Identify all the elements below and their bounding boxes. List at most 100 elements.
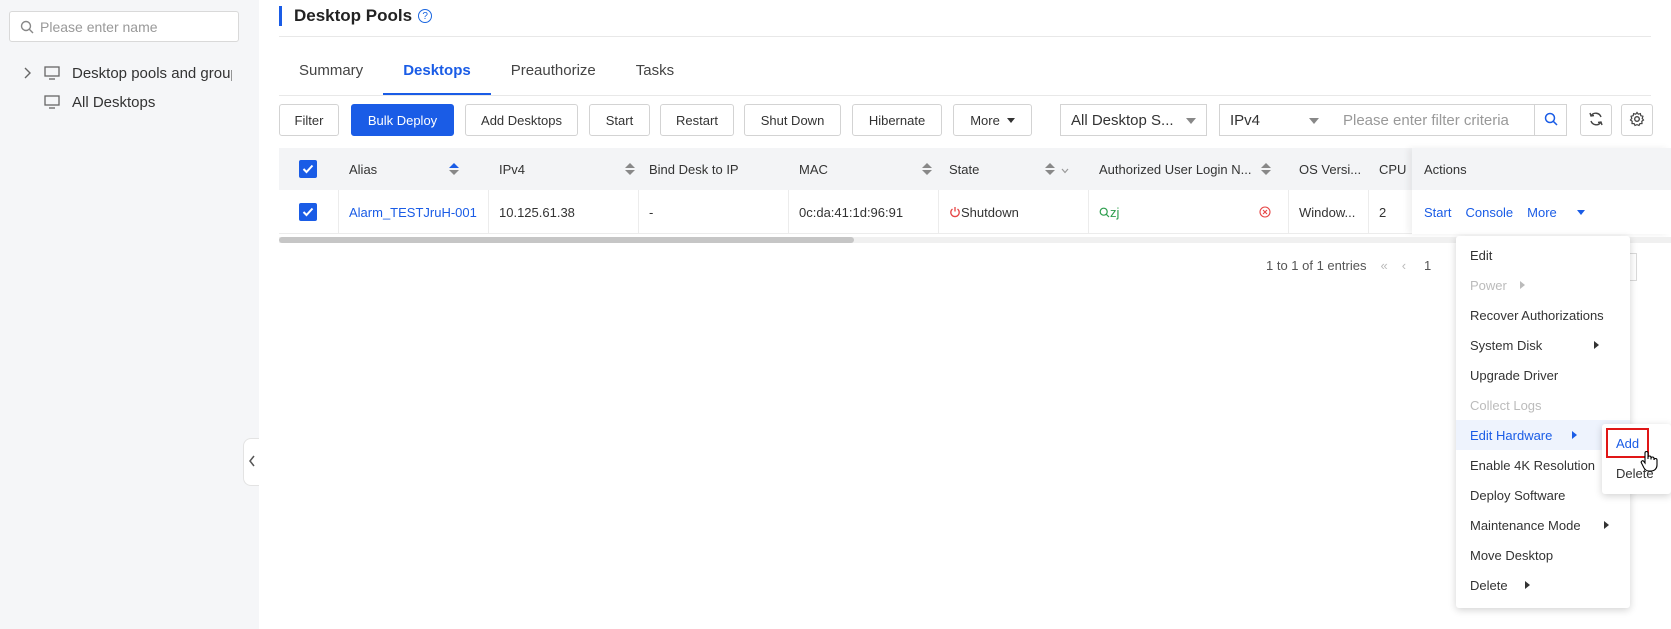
search-icon (1544, 112, 1558, 129)
help-icon[interactable]: ? (418, 9, 433, 23)
checkbox-checked[interactable] (299, 160, 317, 178)
bind-ip-cell: - (639, 190, 789, 234)
column-header-alias[interactable]: Alias (339, 148, 489, 190)
actions-column: Actions Start Console More (1412, 148, 1671, 234)
caret-down-icon (1576, 209, 1585, 215)
submenu-arrow-icon (1572, 431, 1577, 439)
more-label: More (970, 112, 1000, 128)
divider (279, 36, 1651, 37)
menu-item-maintenance-mode[interactable]: Maintenance Mode (1456, 510, 1630, 540)
left-panel: Desktop pools and groups All Desktops (0, 0, 259, 629)
menu-item-move-desktop[interactable]: Move Desktop (1456, 540, 1630, 570)
filter-icon[interactable] (1061, 162, 1069, 177)
tree-item-desktop-pools[interactable]: Desktop pools and groups (20, 61, 232, 85)
column-header-state[interactable]: State (939, 148, 1089, 190)
current-page[interactable]: 1 (1424, 258, 1431, 273)
menu-item-upgrade-driver[interactable]: Upgrade Driver (1456, 360, 1630, 390)
shut-down-button[interactable]: Shut Down (744, 104, 841, 136)
filter-criteria-input[interactable]: Please enter filter criteria (1329, 104, 1535, 136)
gear-icon (1629, 111, 1645, 130)
menu-item-power[interactable]: Power (1456, 270, 1630, 300)
submenu-item-delete[interactable]: Delete (1602, 458, 1671, 488)
name-search-input[interactable] (40, 18, 220, 35)
settings-button[interactable] (1621, 104, 1653, 136)
name-search-box[interactable] (9, 11, 239, 42)
column-header-os-version[interactable]: OS Versi... (1289, 148, 1369, 190)
menu-item-edit[interactable]: Edit (1456, 240, 1630, 270)
start-button[interactable]: Start (589, 104, 650, 136)
horizontal-scrollbar-thumb[interactable] (279, 237, 854, 243)
row-checkbox-cell[interactable] (279, 190, 339, 234)
column-header-bind-ip[interactable]: Bind Desk to IP (639, 148, 789, 190)
select-all-checkbox[interactable] (279, 148, 339, 190)
scope-select-value: All Desktop S... (1071, 111, 1174, 129)
submenu-arrow-icon (1594, 341, 1599, 349)
title-accent-bar (279, 6, 282, 26)
chevron-right-icon[interactable] (20, 67, 34, 79)
filter-button[interactable]: Filter (279, 104, 339, 136)
column-label: Authorized User Login N... (1099, 161, 1252, 177)
column-header-user-login[interactable]: Authorized User Login N... (1089, 148, 1289, 190)
tab-preauthorize[interactable]: Preauthorize (491, 52, 616, 96)
menu-item-recover-authorizations[interactable]: Recover Authorizations (1456, 300, 1630, 330)
collapse-sidebar-button[interactable] (243, 438, 259, 486)
column-header-ipv4[interactable]: IPv4 (489, 148, 639, 190)
unbind-user-icon[interactable] (1259, 206, 1271, 218)
tab-desktops[interactable]: Desktops (383, 52, 491, 96)
start-action-link[interactable]: Start (1424, 205, 1451, 220)
sort-icon[interactable] (921, 163, 932, 175)
alias-link[interactable]: Alarm_TESTJruH-001 (339, 190, 489, 234)
more-action-label: More (1527, 204, 1557, 220)
pagination: 1 to 1 of 1 entries « ‹ 1 (1266, 258, 1431, 273)
menu-item-delete[interactable]: Delete (1456, 570, 1630, 600)
refresh-icon (1588, 111, 1604, 130)
sort-icon[interactable] (1045, 163, 1056, 175)
prev-page-icon[interactable]: ‹ (1402, 258, 1406, 273)
column-label: Alias (349, 161, 378, 177)
tab-summary[interactable]: Summary (279, 52, 383, 96)
restart-button[interactable]: Restart (660, 104, 734, 136)
sort-icon[interactable] (1261, 163, 1272, 175)
search-button[interactable] (1534, 104, 1567, 136)
console-action-link[interactable]: Console (1465, 205, 1513, 220)
sort-icon[interactable] (449, 163, 460, 175)
menu-item-system-disk[interactable]: System Disk (1456, 330, 1630, 360)
checkbox-checked[interactable] (299, 203, 317, 221)
desktop-scope-select[interactable]: All Desktop S... (1060, 104, 1207, 136)
state-cell: Shutdown (939, 190, 1089, 234)
menu-item-collect-logs[interactable]: Collect Logs (1456, 390, 1630, 420)
menu-item-label: Recover Authorizations (1470, 307, 1604, 323)
page-title: Desktop Pools (294, 6, 413, 25)
more-context-menu: Edit Power Recover Authorizations System… (1456, 236, 1630, 608)
ipv4-cell: 10.125.61.38 (489, 190, 639, 234)
column-label: State (949, 161, 980, 177)
ip-select-value: IPv4 (1230, 111, 1261, 129)
tree-item-all-desktops[interactable]: All Desktops (44, 90, 155, 114)
hibernate-button[interactable]: Hibernate (852, 104, 942, 136)
divider (279, 95, 1651, 96)
more-action-link[interactable]: More (1527, 205, 1599, 220)
add-desktops-button[interactable]: Add Desktops (465, 104, 578, 136)
column-header-mac[interactable]: MAC (789, 148, 939, 190)
bulk-deploy-button[interactable]: Bulk Deploy (351, 104, 454, 136)
first-page-icon[interactable]: « (1380, 258, 1387, 273)
more-dropdown-button[interactable]: More (953, 104, 1032, 136)
column-header-actions: Actions (1412, 148, 1671, 190)
refresh-button[interactable] (1580, 104, 1612, 136)
menu-item-label: Deploy Software (1470, 487, 1566, 503)
column-label: MAC (799, 161, 828, 177)
caret-down-icon (1309, 118, 1319, 124)
monitor-icon (44, 66, 60, 80)
submenu-arrow-icon (1525, 581, 1530, 589)
page-title-bar: Desktop Pools ? (279, 6, 433, 26)
caret-down-icon (1186, 118, 1196, 124)
user-link[interactable]: zj (1110, 205, 1119, 220)
column-label: CPU (1379, 161, 1407, 177)
tab-tasks[interactable]: Tasks (616, 52, 694, 96)
user-online-icon (1099, 207, 1110, 218)
menu-item-label: Upgrade Driver (1470, 367, 1559, 383)
ip-type-select[interactable]: IPv4 (1219, 104, 1330, 136)
sort-icon[interactable] (625, 163, 636, 175)
chevron-left-icon (248, 455, 256, 470)
menu-item-label: Edit Hardware (1470, 427, 1553, 443)
